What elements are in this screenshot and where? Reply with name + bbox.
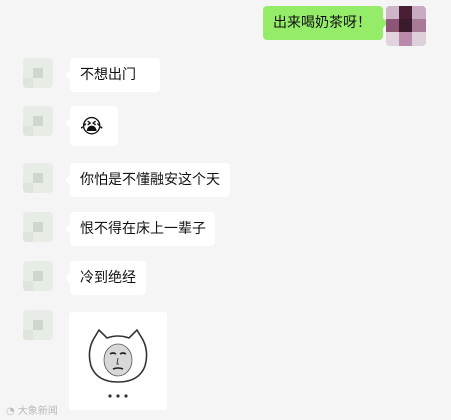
message-row-left [0,310,451,410]
avatar-contact[interactable] [23,310,53,340]
message-text: 冷到绝经 [80,270,136,286]
avatar-contact[interactable] [23,212,53,242]
cat-face-sticker-icon [88,328,148,398]
watermark: ◔ 大象新闻 [6,402,58,417]
message-bubble-received[interactable]: 你怕是不懂融安这个天 [65,163,230,197]
avatar-contact[interactable] [23,163,53,193]
message-row-right: 出来喝奶茶呀！ [0,4,451,46]
message-bubble-received[interactable]: 冷到绝经 [65,261,146,295]
message-row-left: 不想出门 [0,58,451,94]
avatar-self[interactable] [386,6,426,46]
message-row-left: 恨不得在床上一辈子 [0,212,451,248]
message-text: 不想出门 [80,67,136,83]
avatar-contact[interactable] [23,261,53,291]
watermark-text: 大象新闻 [17,406,58,417]
avatar-contact[interactable] [23,106,53,136]
crying-face-emoji-icon: 😭 [80,114,104,138]
watermark-logo-icon: ◔ [6,406,15,417]
message-text: 恨不得在床上一辈子 [80,221,206,237]
message-bubble-received[interactable]: 不想出门 [65,58,160,92]
message-row-left: 你怕是不懂融安这个天 [0,163,451,199]
message-bubble-received[interactable]: 恨不得在床上一辈子 [65,212,215,246]
message-row-left: 😭 [0,106,451,146]
message-bubble-sent[interactable]: 出来喝奶茶呀！ [263,6,388,40]
message-text: 出来喝奶茶呀！ [273,15,371,31]
message-row-left: 冷到绝经 [0,261,451,297]
message-text: 你怕是不懂融安这个天 [80,172,220,188]
avatar-contact[interactable] [23,58,53,88]
message-bubble-received[interactable]: 😭 [65,106,118,146]
sticker-message[interactable] [69,312,167,410]
